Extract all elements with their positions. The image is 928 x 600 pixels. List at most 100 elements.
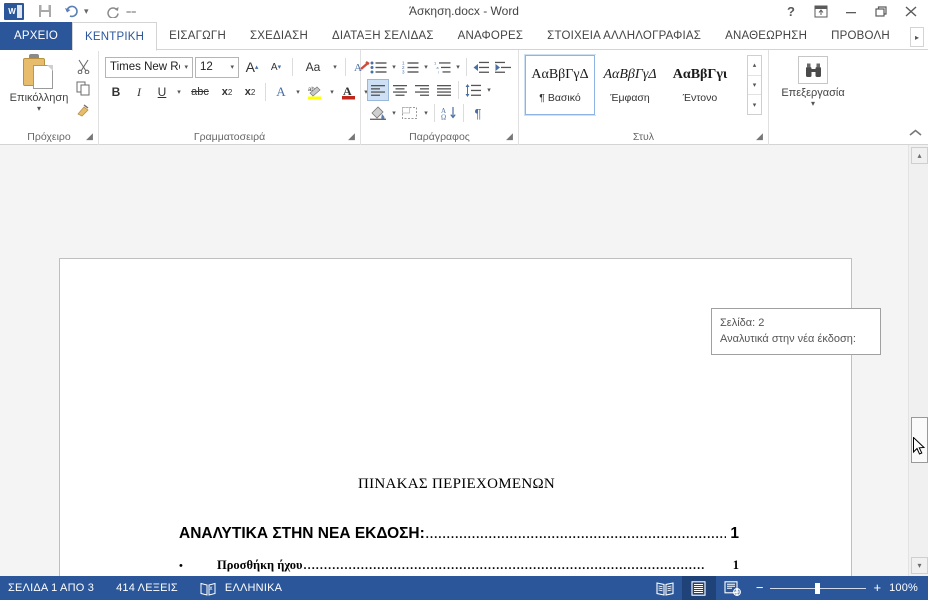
- font-dialog-launcher-icon[interactable]: ◢: [346, 131, 357, 142]
- word-logo-icon: W: [4, 2, 24, 20]
- align-center-icon[interactable]: [389, 79, 411, 101]
- tab-insert[interactable]: ΕΙΣΑΓΩΓΗ: [157, 22, 238, 50]
- font-name-input[interactable]: Times New Ro ▾: [105, 56, 193, 78]
- italic-icon[interactable]: I: [128, 81, 150, 103]
- multilevel-list-icon[interactable]: 1ai: [431, 56, 453, 78]
- font-size-input[interactable]: 12 ▾: [195, 56, 239, 78]
- subscript-icon[interactable]: x2: [216, 81, 238, 103]
- clipboard-dialog-launcher-icon[interactable]: ◢: [84, 131, 95, 142]
- font-color-icon[interactable]: A: [338, 81, 360, 103]
- collapse-ribbon-icon[interactable]: [909, 128, 922, 140]
- help-icon[interactable]: ?: [776, 0, 806, 22]
- increase-indent-icon[interactable]: [492, 56, 514, 78]
- restore-icon[interactable]: [866, 0, 896, 22]
- save-icon[interactable]: [32, 0, 58, 22]
- toc-heading-row[interactable]: ΑΝΑΛΥΤΙΚΑ ΣΤΗΝ ΝΕΑ ΕΚΔΟΣΗ: .............…: [179, 525, 739, 543]
- sort-icon[interactable]: AΩ: [438, 102, 460, 124]
- justify-icon[interactable]: [433, 79, 455, 101]
- tab-mailings[interactable]: ΣΤΟΙΧΕΙΑ ΑΛΛΗΛΟΓΡΑΦΙΑΣ: [535, 22, 713, 50]
- proofing-errors-icon[interactable]: x: [200, 582, 216, 596]
- bold-icon[interactable]: B: [105, 81, 127, 103]
- decrease-indent-icon[interactable]: [470, 56, 492, 78]
- tab-references[interactable]: ΑΝΑΦΟΡΕΣ: [446, 22, 536, 50]
- close-icon[interactable]: [896, 0, 926, 22]
- style-item-strong[interactable]: ΑαΒβΓγι Έντονο: [665, 55, 735, 115]
- highlight-dropdown-icon[interactable]: ▾: [327, 88, 337, 96]
- tab-home[interactable]: ΚΕΝΤΡΙΚΗ: [72, 22, 158, 51]
- bullets-icon[interactable]: [367, 56, 389, 78]
- show-formatting-marks-icon[interactable]: ¶: [467, 102, 489, 124]
- style-item-emphasis[interactable]: ΑαΒβΓγΔ Έμφαση: [595, 55, 665, 115]
- group-label-paragraph: Παράγραφος: [409, 131, 470, 143]
- underline-dropdown-icon[interactable]: ▾: [174, 88, 184, 96]
- editing-dropdown-icon[interactable]: ▾: [811, 100, 815, 108]
- zoom-in-button[interactable]: +: [873, 581, 881, 594]
- highlight-color-icon[interactable]: ab: [304, 81, 326, 103]
- scroll-down-icon[interactable]: ▾: [911, 557, 928, 574]
- font-name-dropdown-icon[interactable]: ▾: [180, 63, 192, 71]
- bullets-dropdown-icon[interactable]: ▾: [389, 63, 399, 71]
- tab-view[interactable]: ΠΡΟΒΟΛΗ: [819, 22, 902, 50]
- font-size-dropdown-icon[interactable]: ▾: [226, 63, 238, 71]
- paragraph-dialog-launcher-icon[interactable]: ◢: [504, 131, 515, 142]
- strikethrough-icon[interactable]: abc: [185, 81, 215, 103]
- text-effects-icon[interactable]: A: [270, 81, 292, 103]
- customize-qat-icon[interactable]: ⩵: [126, 6, 142, 17]
- tab-design[interactable]: ΣΧΕΔΙΑΣΗ: [238, 22, 320, 50]
- format-painter-icon[interactable]: [72, 99, 94, 121]
- zoom-control[interactable]: − +: [750, 581, 889, 594]
- status-word-count[interactable]: 414 ΛΕΞΕΙΣ: [116, 582, 190, 594]
- align-left-icon[interactable]: [367, 79, 389, 101]
- styles-scroll-up-icon[interactable]: ▴: [748, 56, 761, 76]
- grow-font-icon[interactable]: A ▴: [241, 56, 263, 78]
- numbering-dropdown-icon[interactable]: ▾: [421, 63, 431, 71]
- align-right-icon[interactable]: [411, 79, 433, 101]
- borders-icon[interactable]: [399, 102, 421, 124]
- cut-icon[interactable]: [72, 55, 94, 77]
- text-effects-dropdown-icon[interactable]: ▾: [293, 88, 303, 96]
- change-case-icon[interactable]: Aa: [298, 56, 328, 78]
- styles-scroll-down-icon[interactable]: ▾: [748, 76, 761, 96]
- status-language[interactable]: ΕΛΛΗΝΙΚΑ: [225, 582, 294, 594]
- zoom-slider-thumb[interactable]: [815, 582, 821, 594]
- vertical-scrollbar[interactable]: ▴ ▾: [908, 145, 928, 576]
- status-page-info[interactable]: ΣΕΛΙΔΑ 1 ΑΠΟ 3: [8, 582, 106, 594]
- ribbon-display-options-icon[interactable]: [806, 0, 836, 22]
- superscript-icon[interactable]: x2: [239, 81, 261, 103]
- line-spacing-icon[interactable]: [462, 79, 484, 101]
- zoom-level-label[interactable]: 100%: [889, 582, 928, 594]
- shading-icon[interactable]: [367, 102, 389, 124]
- tab-page-layout[interactable]: ΔΙΑΤΑΞΗ ΣΕΛΙΔΑΣ: [320, 22, 446, 50]
- document-page-current[interactable]: ΠΙΝΑΚΑΣ ΠΕΡΙΕΧΟΜΕΝΩΝ ΑΝΑΛΥΤΙΚΑ ΣΤΗΝ ΝΕΑ …: [59, 258, 852, 576]
- copy-icon[interactable]: [72, 77, 94, 99]
- shading-dropdown-icon[interactable]: ▾: [389, 109, 399, 117]
- redo-icon[interactable]: [100, 0, 126, 22]
- scroll-up-icon[interactable]: ▴: [911, 147, 928, 164]
- shrink-font-icon[interactable]: A ▾: [265, 56, 287, 78]
- undo-icon[interactable]: [58, 0, 84, 22]
- view-read-mode-icon[interactable]: [648, 576, 682, 600]
- underline-icon[interactable]: U: [151, 81, 173, 103]
- view-print-layout-icon[interactable]: [681, 576, 716, 600]
- paste-dropdown-icon[interactable]: ▾: [37, 105, 41, 113]
- change-case-dropdown-icon[interactable]: ▾: [330, 63, 340, 71]
- undo-dropdown-icon[interactable]: ▾: [84, 6, 100, 17]
- multilevel-dropdown-icon[interactable]: ▾: [453, 63, 463, 71]
- styles-dialog-launcher-icon[interactable]: ◢: [754, 131, 765, 142]
- line-spacing-dropdown-icon[interactable]: ▾: [484, 86, 494, 94]
- document-canvas[interactable]: ΠΙΝΑΚΑΣ ΠΕΡΙΕΧΟΜΕΝΩΝ ΑΝΑΛΥΤΙΚΑ ΣΤΗΝ ΝΕΑ …: [0, 145, 908, 576]
- tab-review[interactable]: ΑΝΑΘΕΩΡΗΣΗ: [713, 22, 819, 50]
- tab-overflow-icon[interactable]: ▸: [910, 27, 924, 47]
- toc-entry-row[interactable]: • Προσθήκη ήχου ........................…: [179, 558, 739, 573]
- minimize-icon[interactable]: [836, 0, 866, 22]
- borders-dropdown-icon[interactable]: ▾: [421, 109, 431, 117]
- style-item-normal[interactable]: ΑαΒβΓγΔ ¶ Βασικό: [524, 54, 596, 116]
- zoom-slider-track[interactable]: [770, 582, 867, 594]
- editing-button[interactable]: Επεξεργασία ▾: [781, 56, 845, 108]
- paste-button[interactable]: Επικόλληση ▾: [8, 54, 70, 113]
- numbering-icon[interactable]: 123: [399, 56, 421, 78]
- styles-more-icon[interactable]: ▾: [748, 95, 761, 114]
- tab-file[interactable]: ΑΡΧΕΙΟ: [0, 22, 73, 50]
- view-web-layout-icon[interactable]: [716, 576, 750, 600]
- zoom-out-button[interactable]: −: [756, 581, 764, 594]
